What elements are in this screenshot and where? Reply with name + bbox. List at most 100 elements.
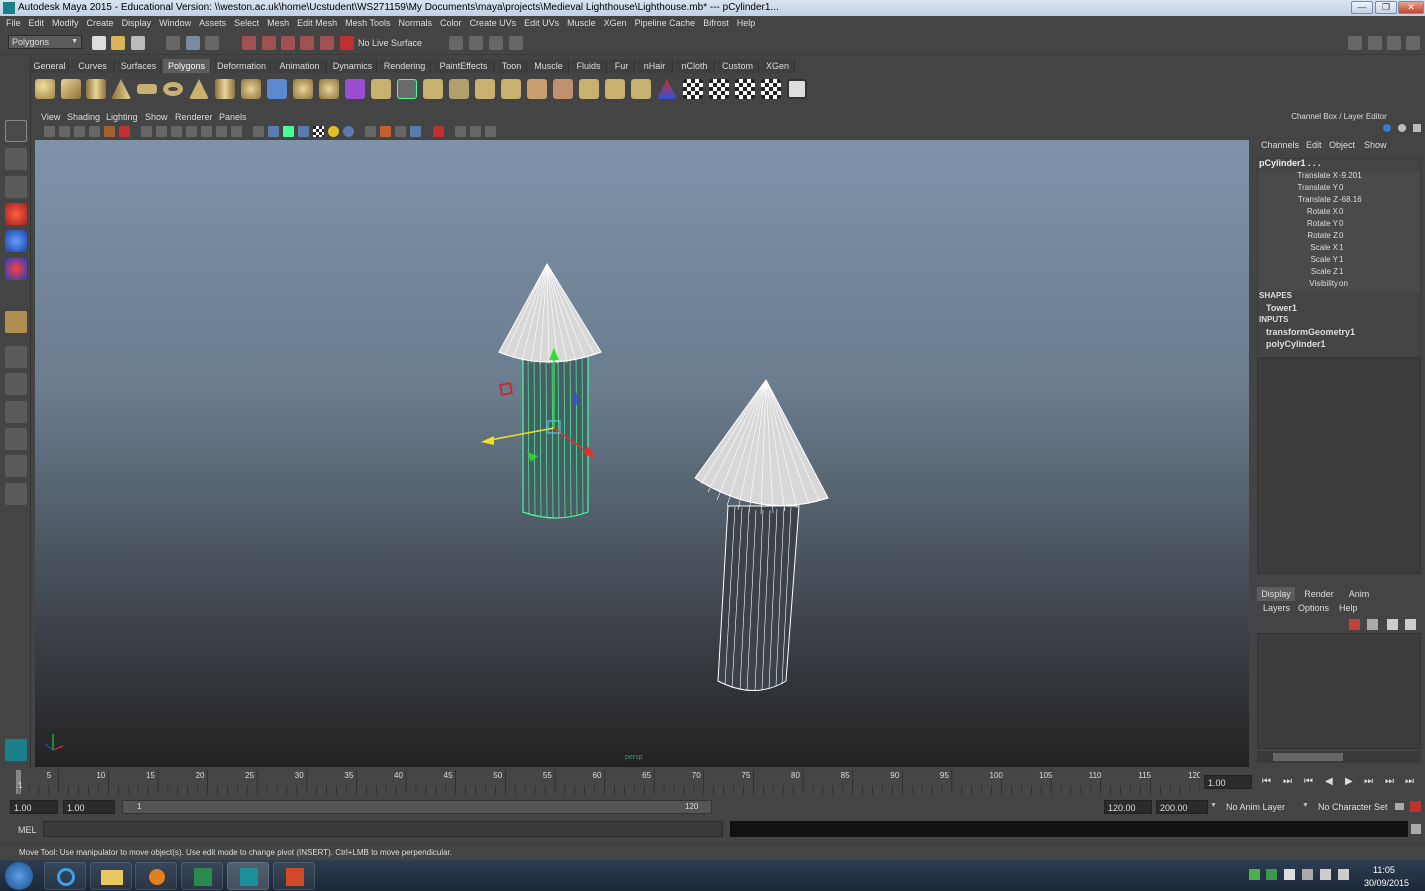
menu-muscle[interactable]: Muscle [563, 16, 600, 30]
current-time-field[interactable]: 1.00 [1204, 775, 1252, 789]
input-node[interactable]: polyCylinder1 [1266, 339, 1326, 349]
go-to-start-icon[interactable]: ⏮ [1262, 776, 1271, 787]
safe-action-icon[interactable] [216, 126, 227, 137]
start-button[interactable] [5, 862, 33, 890]
channel-box-menu-show[interactable]: Show [1364, 140, 1387, 150]
depth-of-field-icon[interactable] [395, 126, 406, 137]
shelf-tab-fluids[interactable]: Fluids [571, 59, 607, 73]
paint-tool-icon[interactable] [657, 79, 677, 99]
command-language-label[interactable]: MEL [18, 825, 37, 835]
maximize-button[interactable]: ❐ [1375, 1, 1397, 14]
wireframe-icon[interactable] [253, 126, 264, 137]
shelf-tab-polygons[interactable]: Polygons [163, 59, 211, 73]
screen-space-ao-icon[interactable] [343, 126, 354, 137]
animation-preferences-icon[interactable] [1410, 801, 1421, 812]
command-input[interactable] [43, 821, 723, 837]
channel-box-menu-channels[interactable]: Channels [1261, 140, 1299, 150]
snap-point-icon[interactable] [281, 36, 295, 50]
poly-cube-icon[interactable] [61, 79, 81, 99]
publisher-taskbar-icon[interactable] [181, 862, 223, 890]
viewport-menu-view[interactable]: View [41, 112, 60, 122]
menu-window[interactable]: Window [155, 16, 195, 30]
menu-xgen[interactable]: XGen [600, 16, 631, 30]
shadows-icon[interactable] [328, 126, 339, 137]
grid-icon[interactable] [141, 126, 152, 137]
persp-graph-layout-icon[interactable] [5, 428, 27, 450]
persp-outliner-layout-icon[interactable] [5, 401, 27, 423]
shelf-tab-ncloth[interactable]: nCloth [675, 59, 715, 73]
layer-menu-layers[interactable]: Layers [1263, 603, 1290, 613]
anim-layer-dropdown-arrow[interactable]: ▼ [1210, 802, 1217, 809]
attr-scale-z[interactable]: Scale Z1 [1258, 267, 1420, 279]
close-button[interactable]: ✕ [1398, 1, 1424, 14]
shape-node[interactable]: Tower1 [1266, 303, 1297, 313]
multisample-aa-icon[interactable] [380, 126, 391, 137]
clock-date[interactable]: 30/09/2015 [1364, 878, 1409, 888]
snap-curve-icon[interactable] [262, 36, 276, 50]
time-ruler[interactable]: 5 10 15 20 25 30 35 40 45 50 55 60 65 70 75 80 85 90 95 100… [10, 768, 1200, 798]
save-scene-icon[interactable] [131, 36, 145, 50]
media-player-taskbar-icon[interactable] [135, 862, 177, 890]
viewport-menu-panels[interactable]: Panels [219, 112, 247, 122]
channel-box-toggle-icon[interactable] [1406, 36, 1420, 50]
new-layer-selected-icon[interactable] [1405, 619, 1416, 630]
tray-display-icon[interactable] [1320, 869, 1331, 880]
go-to-end-icon[interactable]: ⏭ [1405, 776, 1414, 787]
poly-cylinder-icon[interactable] [86, 79, 106, 99]
play-backwards-icon[interactable]: ◀ [1325, 776, 1333, 787]
selected-tower[interactable] [498, 263, 602, 519]
second-tower[interactable] [694, 379, 829, 692]
tool-settings-icon[interactable] [1387, 36, 1401, 50]
animation-start-field[interactable]: 1.00 [10, 800, 58, 814]
uv-layout-icon[interactable] [709, 79, 729, 99]
select-hierarchy-icon[interactable] [166, 36, 180, 50]
new-layer-icon[interactable] [1387, 619, 1398, 630]
uv-editor-icon[interactable] [787, 79, 807, 99]
attr-value[interactable]: -9.201 [1339, 171, 1362, 180]
offset-edge-loop-icon[interactable] [605, 79, 625, 99]
snap-view-plane-icon[interactable] [300, 36, 314, 50]
range-slider-bar[interactable]: 1 120 [122, 800, 712, 814]
channel-box-menu-edit[interactable]: Edit [1306, 140, 1322, 150]
smooth-icon[interactable] [319, 79, 339, 99]
shelf-tab-animation[interactable]: Animation [273, 59, 327, 73]
step-back-key-icon[interactable]: ⏭ [1283, 776, 1292, 787]
wireframe-on-shaded-icon[interactable] [283, 126, 294, 137]
mirror-geometry-icon[interactable] [345, 79, 365, 99]
layer-scrollbar-thumb[interactable] [1273, 753, 1343, 761]
menu-pipeline-cache[interactable]: Pipeline Cache [631, 16, 700, 30]
poly-torus-icon[interactable] [163, 82, 183, 96]
menu-edit-uvs[interactable]: Edit UVs [520, 16, 563, 30]
menu-set-select[interactable]: Polygons [8, 35, 82, 49]
two-d-pan-zoom-icon[interactable] [104, 126, 115, 137]
attr-scale-y[interactable]: Scale Y1 [1258, 255, 1420, 267]
poly-helix-icon[interactable] [241, 79, 261, 99]
attr-value[interactable]: on [1339, 279, 1348, 288]
poly-prism-icon[interactable] [189, 79, 209, 99]
anim-layer-select[interactable]: No Anim Layer [1226, 802, 1285, 812]
rotate-tool-icon[interactable] [5, 230, 27, 252]
selected-object-name[interactable]: pCylinder1 . . . [1259, 158, 1321, 168]
attr-visibility[interactable]: Visibility on [1258, 279, 1420, 291]
select-tool-icon[interactable] [5, 120, 27, 142]
viewport-menu-shading[interactable]: Shading [67, 112, 100, 122]
select-object-icon[interactable] [186, 36, 200, 50]
extrude-icon[interactable] [371, 79, 391, 99]
collapse-icon[interactable] [579, 79, 599, 99]
menu-create[interactable]: Create [83, 16, 118, 30]
camera-attributes-icon[interactable] [59, 126, 70, 137]
perspective-scene[interactable]: persp [35, 140, 1249, 767]
step-forward-key-icon[interactable]: ⏭ [1385, 776, 1394, 787]
shelf-tab-toon[interactable]: Toon [497, 59, 527, 73]
backface-culling-icon[interactable] [485, 126, 496, 137]
layer-tab-anim[interactable]: Anim [1340, 587, 1378, 601]
play-forwards-icon[interactable]: ▶ [1345, 776, 1353, 787]
bevel-icon[interactable] [475, 79, 495, 99]
menu-modify[interactable]: Modify [48, 16, 83, 30]
uv-checker-icon[interactable] [683, 79, 703, 99]
menu-mesh-tools[interactable]: Mesh Tools [341, 16, 394, 30]
move-tool-icon[interactable] [5, 203, 27, 225]
menu-edit[interactable]: Edit [25, 16, 49, 30]
fill-hole-icon[interactable] [449, 79, 469, 99]
menu-color[interactable]: Color [436, 16, 466, 30]
